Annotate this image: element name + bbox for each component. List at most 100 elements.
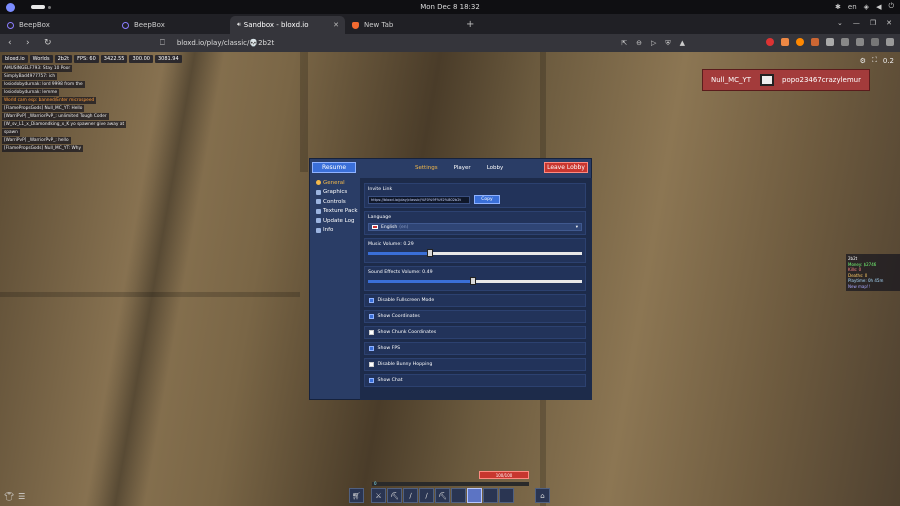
minimize-icon[interactable]: — <box>853 19 860 27</box>
checkbox-unchecked[interactable] <box>369 330 374 335</box>
player-count: 0.2 <box>882 56 894 65</box>
language-select[interactable]: English (en) ▾ <box>368 223 582 231</box>
hotbar-slot[interactable]: ⚔ <box>371 488 386 503</box>
tab-title: BeepBox <box>19 21 50 29</box>
tab-lobby[interactable]: Lobby <box>479 163 512 173</box>
profile-icon[interactable] <box>871 38 879 46</box>
invite-link-field[interactable]: https://bloxd.io/play/classic/%F0%9F%92%… <box>368 195 470 204</box>
leave-lobby-button[interactable]: Leave Lobby <box>544 162 588 173</box>
checkbox-checked[interactable] <box>369 314 374 319</box>
game-viewport[interactable]: bloxd.io Worlds 2b2t FPS: 60 3422.55 300… <box>0 52 900 506</box>
sidebar-item-general[interactable]: General <box>312 178 358 188</box>
coord-x: 3422.55 <box>100 55 128 63</box>
checkbox-row[interactable]: Show Chat <box>364 374 586 387</box>
address-bar[interactable]: ⎕ bloxd.io/play/classic/💀2b2t ⇱ ⊖ ▷ ⛨ ▲ <box>160 36 685 50</box>
shop-cart-icon[interactable]: 🛒︎ <box>349 488 364 503</box>
new-tab-plus-icon[interactable]: + <box>466 19 474 30</box>
checkbox-row[interactable]: Disable Bunny Hopping <box>364 358 586 371</box>
network-icon[interactable]: ◈ <box>864 3 869 11</box>
slider-knob[interactable] <box>427 249 434 257</box>
extension-icon[interactable] <box>781 38 789 46</box>
hotbar-slot[interactable]: ⛏ <box>435 488 450 503</box>
menu-icon[interactable] <box>886 38 894 46</box>
close-tab-icon[interactable]: ✕ <box>333 21 339 29</box>
wallet-icon[interactable] <box>856 38 864 46</box>
sidebar-toggle-icon[interactable] <box>841 38 849 46</box>
shirt-icon[interactable]: 👕︎ <box>4 492 14 501</box>
extension-icon[interactable] <box>796 38 804 46</box>
puzzle-icon[interactable]: ✱ <box>835 3 841 11</box>
opponent-left-name: Null_MC_YT <box>711 76 752 84</box>
checkbox-row[interactable]: Disable Fullscreen Mode <box>364 294 586 307</box>
language-label: Language <box>368 215 392 220</box>
checkbox-checked[interactable] <box>369 378 374 383</box>
checkbox-row[interactable]: Show FPS <box>364 342 586 355</box>
resume-button[interactable]: Resume <box>312 162 356 173</box>
list-icon[interactable]: ☰ <box>18 492 25 501</box>
language-code: (en) <box>399 224 409 230</box>
sidebar-item-update-log[interactable]: Update Log <box>312 216 358 226</box>
brand-label[interactable]: bloxd.io <box>2 55 28 63</box>
back-icon[interactable]: ‹ <box>8 38 18 48</box>
bookmark-icon[interactable]: ⎕ <box>160 38 165 48</box>
media-icon[interactable]: ▷ <box>651 39 656 48</box>
language-indicator[interactable]: en <box>848 3 857 11</box>
hotbar-slot[interactable] <box>499 488 514 503</box>
tab-list-icon[interactable]: ⌄ <box>837 19 843 27</box>
sidebar-item-controls[interactable]: Controls <box>312 197 358 207</box>
sfx-volume-slider[interactable] <box>368 277 582 285</box>
tab-settings[interactable]: Settings <box>407 163 446 173</box>
clock[interactable]: Mon Dec 8 18:32 <box>0 3 900 11</box>
hotbar-slot[interactable]: ⛏ <box>387 488 402 503</box>
power-icon[interactable]: ⏻ <box>888 2 894 11</box>
speaker-icon[interactable]: 🔊︎ <box>237 21 241 29</box>
hotbar-slot[interactable]: ∕ <box>403 488 418 503</box>
tab-beepbox-1[interactable]: BeepBox <box>0 16 115 34</box>
maximize-icon[interactable]: ❐ <box>870 19 876 27</box>
zoom-icon[interactable]: ⊖ <box>636 39 642 48</box>
settings-tabs: Settings Player Lobby <box>407 163 511 173</box>
tab-beepbox-2[interactable]: BeepBox <box>115 16 230 34</box>
worlds-button[interactable]: Worlds <box>29 55 53 63</box>
hotbar-slot[interactable]: ∕ <box>419 488 434 503</box>
extension-icon[interactable] <box>811 38 819 46</box>
hotbar-slot[interactable] <box>451 488 466 503</box>
fullscreen-icon[interactable]: ⛶ <box>872 56 877 65</box>
url-text[interactable]: bloxd.io/play/classic/💀2b2t <box>177 39 274 47</box>
extension-icon[interactable] <box>766 38 774 46</box>
volume-icon[interactable]: ◀ <box>876 3 881 11</box>
checkbox-checked[interactable] <box>369 346 374 351</box>
tab-sandbox-bloxd[interactable]: 🔊︎ Sandbox - bloxd.io ✕ <box>230 16 345 74</box>
share-icon[interactable]: ⇱ <box>621 39 627 48</box>
checkbox-row[interactable]: Show Coordinates <box>364 310 586 323</box>
extension-icon[interactable] <box>826 38 834 46</box>
copy-button[interactable]: Copy <box>474 195 500 204</box>
tab-player[interactable]: Player <box>446 163 479 173</box>
settings-gear-icon[interactable]: ⚙ <box>860 57 866 65</box>
sidebar-item-graphics[interactable]: Graphics <box>312 188 358 198</box>
opponent-right-name: popo23467crazylemur <box>782 76 861 84</box>
hotbar-slot-selected[interactable] <box>467 488 482 503</box>
checkbox-row[interactable]: Show Chunk Coordinates <box>364 326 586 339</box>
rewards-icon[interactable]: ▲ <box>680 39 685 48</box>
log-icon <box>316 218 321 224</box>
sidebar-item-texture-pack[interactable]: Texture Pack <box>312 207 358 217</box>
slider-knob[interactable] <box>469 277 476 285</box>
close-window-icon[interactable]: ✕ <box>886 19 892 27</box>
brave-shields-icon[interactable]: ⛨ <box>665 39 670 48</box>
chat-line: [WarriPvP] _WarriorPvP_: hello <box>2 137 71 144</box>
hotbar-slot[interactable] <box>483 488 498 503</box>
backpack-icon[interactable]: ⌂ <box>535 488 550 503</box>
tab-new-tab[interactable]: New Tab <box>345 16 460 34</box>
chat-line: [FlamePropsGods] Null_MC_YT: Why <box>2 145 83 152</box>
sfx-volume-label: Sound Effects Volume: 0.49 <box>368 270 433 275</box>
music-volume-slider[interactable] <box>368 249 582 257</box>
reload-icon[interactable]: ↻ <box>44 38 54 48</box>
system-tray: ✱ en ◈ ◀ ⏻ <box>835 2 894 11</box>
checkbox-checked[interactable] <box>369 298 374 303</box>
sidebar-item-info[interactable]: Info <box>312 226 358 236</box>
health-bar: 100/100 <box>479 471 529 479</box>
chat-line: losiodobydurnak: lemme <box>2 89 60 96</box>
forward-icon[interactable]: › <box>26 38 36 48</box>
checkbox-unchecked[interactable] <box>369 362 374 367</box>
